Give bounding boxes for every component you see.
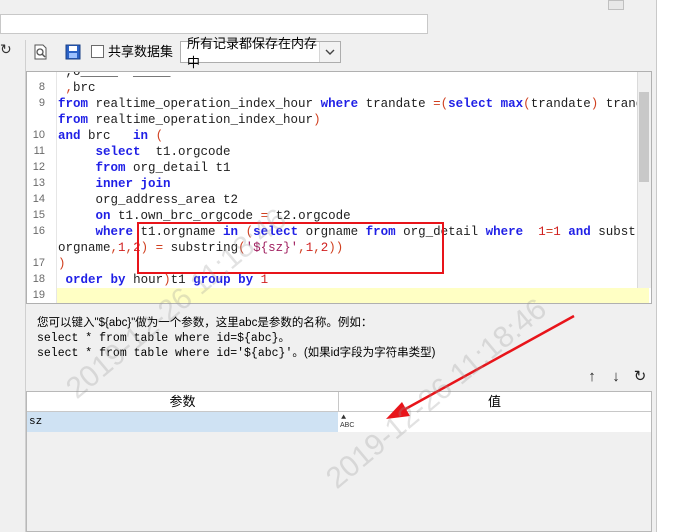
line-number-gutter: 8 9 10 11 12 13 14 15 16 17 18 19 xyxy=(27,72,57,303)
line-number: 14 xyxy=(32,193,45,205)
share-dataset-checkbox[interactable] xyxy=(91,45,104,58)
line-number: 11 xyxy=(33,145,45,157)
save-icon xyxy=(65,44,81,60)
code-line: and brc in ( xyxy=(58,129,164,143)
line-number: 18 xyxy=(32,273,45,285)
save-button[interactable] xyxy=(64,42,82,62)
line-number: 17 xyxy=(32,257,45,269)
code-line: from org_detail t1 xyxy=(95,161,231,175)
refresh-icon[interactable]: ↻ xyxy=(0,40,14,58)
line-number: 13 xyxy=(32,177,45,189)
preview-icon xyxy=(34,44,47,60)
hint-line-1: 您可以键入"${abc}"做为一个参数，这里abc是参数的名称。例如： xyxy=(37,317,373,329)
move-down-icon[interactable]: ↓ xyxy=(607,368,625,386)
line-number: 19 xyxy=(32,289,45,301)
table-row[interactable]: sz xyxy=(27,412,651,432)
editor-scroll-thumb[interactable] xyxy=(639,92,649,182)
line-number: 16 xyxy=(32,225,45,237)
code-line: ) xyxy=(58,257,66,271)
line-number: 15 xyxy=(32,209,45,221)
code-line: org_address_area t2 xyxy=(58,193,239,207)
value-type-text: ABC xyxy=(340,422,355,429)
code-line-partial: ,o_____ _____ xyxy=(58,71,171,79)
move-up-icon[interactable]: ↑ xyxy=(583,368,601,386)
line-number: 10 xyxy=(32,129,45,141)
line-number: 12 xyxy=(32,161,45,173)
address-field[interactable] xyxy=(0,14,428,34)
parameter-table-header: 参数 值 xyxy=(27,392,651,412)
chevron-down-icon[interactable] xyxy=(319,42,340,62)
right-panel-strip xyxy=(656,0,692,532)
share-dataset-label: 共享数据集 xyxy=(108,44,174,59)
code-line: inner join xyxy=(95,177,171,191)
parameter-name-cell[interactable]: sz xyxy=(27,412,341,432)
storage-mode-select[interactable]: 所有记录都保存在内存中 xyxy=(180,36,341,70)
preview-button[interactable] xyxy=(32,42,50,62)
window-scroll-button[interactable] xyxy=(608,0,624,10)
line-number: 9 xyxy=(38,97,45,109)
line-number: 8 xyxy=(38,81,45,93)
code-line: from realtime_operation_index_hour where… xyxy=(58,97,651,111)
code-line: ,brc xyxy=(65,81,96,95)
value-type-icon[interactable]: ⯅ ABC xyxy=(340,413,362,431)
value-type-glyph: ⯅ xyxy=(340,412,348,422)
storage-mode-value: 所有记录都保存在内存中 xyxy=(187,36,318,70)
code-line: select t1.orgcode xyxy=(95,145,231,159)
hint-line-2: select * from table where id=${abc}。 xyxy=(37,332,291,345)
code-line: from realtime_operation_index_hour) xyxy=(58,113,321,127)
column-header-value[interactable]: 值 xyxy=(338,392,651,412)
current-line-highlight xyxy=(57,288,649,303)
refresh-parameters-icon[interactable]: ↻ xyxy=(631,368,649,386)
left-panel-strip xyxy=(0,40,26,532)
